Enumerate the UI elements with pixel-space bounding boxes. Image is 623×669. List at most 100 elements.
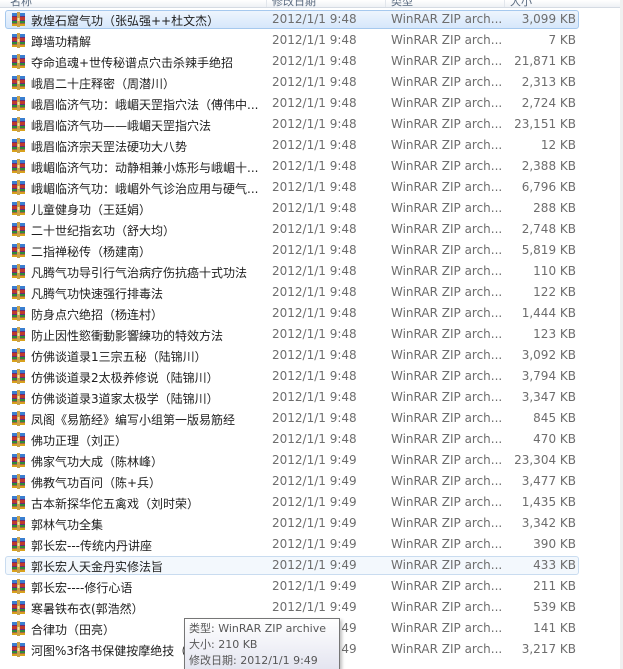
winrar-archive-icon bbox=[11, 33, 28, 48]
file-row[interactable]: 郭长宏人天金丹实修法旨 2012/1/1 9:49 WinRAR ZIP arch.… bbox=[0, 555, 623, 576]
winrar-archive-icon bbox=[11, 390, 28, 405]
file-type: WinRAR ZIP arch... bbox=[391, 432, 501, 446]
winrar-archive-icon bbox=[11, 495, 28, 510]
winrar-archive-icon bbox=[11, 243, 28, 258]
file-row[interactable]: 峨眉临济气功——峨嵋天罡指穴法 2012/1/1 9:48 WinRAR ZIP a… bbox=[0, 114, 623, 135]
winrar-archive-icon bbox=[11, 411, 28, 426]
file-size: 1,444 KB bbox=[521, 306, 576, 320]
file-type: WinRAR ZIP arch... bbox=[391, 369, 501, 383]
file-name: 仿佛谈道录1三宗五秘（陆锦川） bbox=[31, 350, 207, 364]
file-type: WinRAR ZIP arch... bbox=[391, 201, 501, 215]
file-row[interactable]: 仿佛谈道录3道家太极学（陆锦川） 2012/1/1 9:48 WinRAR ZIP … bbox=[0, 387, 623, 408]
file-row[interactable]: 防身点穴绝招（杨连村） 2012/1/1 9:48 WinRAR ZIP arch.… bbox=[0, 303, 623, 324]
column-header: 名称 修改日期 类型 大小 bbox=[0, 0, 623, 8]
file-row[interactable]: 夺命追魂+世传秘谱点穴击杀辣手绝招 2012/1/1 9:48 WinRAR ZIP… bbox=[0, 51, 623, 72]
file-size: 23,151 KB bbox=[514, 117, 576, 131]
file-name: 峨眉临济宗天罡法硬功大八势 bbox=[31, 140, 188, 154]
file-name: 郭长宏----修行心语 bbox=[31, 581, 133, 595]
winrar-archive-icon bbox=[11, 222, 28, 237]
file-type: WinRAR ZIP arch... bbox=[391, 96, 501, 110]
file-name: 儿童健身功（王廷娟） bbox=[31, 203, 152, 217]
file-row[interactable]: 峨眉临济宗天罡法硬功大八势 2012/1/1 9:48 WinRAR ZIP arc… bbox=[0, 135, 623, 156]
file-type: WinRAR ZIP arch... bbox=[391, 558, 501, 572]
file-name: 郭长宏---传统内丹讲座 bbox=[31, 539, 152, 553]
winrar-archive-icon bbox=[11, 348, 28, 363]
column-size[interactable]: 大小 bbox=[510, 0, 532, 7]
file-size: 539 KB bbox=[533, 600, 576, 614]
file-type: WinRAR ZIP arch... bbox=[391, 600, 501, 614]
file-name: 峨眉临济气功——峨嵋天罡指穴法 bbox=[31, 119, 212, 133]
file-row[interactable]: 古本新探华佗五禽戏（刘时荣） 2012/1/1 9:49 WinRAR ZIP ar… bbox=[0, 492, 623, 513]
column-type[interactable]: 类型 bbox=[391, 0, 413, 7]
file-size: 433 KB bbox=[533, 558, 576, 572]
file-row[interactable]: 凡腾气功快速强行排毒法 2012/1/1 9:48 WinRAR ZIP arch.… bbox=[0, 282, 623, 303]
file-name: 郭林气功全集 bbox=[31, 518, 104, 532]
file-name: 凡腾气功导引行气治病疗伤抗癌十式功法 bbox=[31, 266, 248, 280]
file-size: 12 KB bbox=[540, 138, 576, 152]
file-date: 2012/1/1 9:49 bbox=[272, 537, 357, 551]
winrar-archive-icon bbox=[11, 474, 28, 489]
winrar-archive-icon bbox=[11, 600, 28, 615]
file-size: 470 KB bbox=[533, 432, 576, 446]
column-date[interactable]: 修改日期 bbox=[272, 0, 316, 7]
winrar-archive-icon bbox=[11, 642, 28, 657]
file-name: 凤阁《易筋经》编写小组第一版易筋经 bbox=[31, 413, 236, 427]
file-row[interactable]: 防止因性慾衝動影響練功的特效方法 2012/1/1 9:48 WinRAR ZIP … bbox=[0, 324, 623, 345]
file-row[interactable]: 儿童健身功（王廷娟） 2012/1/1 9:48 WinRAR ZIP arch..… bbox=[0, 198, 623, 219]
file-row[interactable]: 敦煌石窟气功（张弘强++杜文杰） 2012/1/1 9:48 WinRAR ZIP … bbox=[0, 9, 623, 30]
winrar-archive-icon bbox=[11, 201, 28, 216]
column-separator[interactable] bbox=[385, 0, 386, 7]
file-row[interactable]: 郭长宏---传统内丹讲座 2012/1/1 9:49 WinRAR ZIP arch… bbox=[0, 534, 623, 555]
file-row[interactable]: 郭林气功全集 2012/1/1 9:49 WinRAR ZIP arch... 3,3… bbox=[0, 513, 623, 534]
file-size: 845 KB bbox=[533, 411, 576, 425]
file-row[interactable]: 寒暑铁布衣(郭浩然） 2012/1/1 9:49 WinRAR ZIP arch..… bbox=[0, 597, 623, 618]
winrar-archive-icon bbox=[11, 138, 28, 153]
file-size: 2,388 KB bbox=[521, 159, 576, 173]
file-type: WinRAR ZIP arch... bbox=[391, 75, 501, 89]
file-name: 仿佛谈道录3道家太极学（陆锦川） bbox=[31, 392, 219, 406]
file-date: 2012/1/1 9:48 bbox=[272, 432, 357, 446]
file-date: 2012/1/1 9:48 bbox=[272, 264, 357, 278]
file-date: 2012/1/1 9:48 bbox=[272, 201, 357, 215]
tooltip-date: 修改日期: 2012/1/1 9:49 bbox=[189, 654, 318, 667]
file-type: WinRAR ZIP arch... bbox=[391, 159, 501, 173]
file-row[interactable]: 凤阁《易筋经》编写小组第一版易筋经 2012/1/1 9:48 WinRAR ZIP… bbox=[0, 408, 623, 429]
file-row[interactable]: 凡腾气功导引行气治病疗伤抗癌十式功法 2012/1/1 9:48 WinRAR ZI… bbox=[0, 261, 623, 282]
file-size: 141 KB bbox=[533, 621, 576, 635]
file-size: 7 KB bbox=[548, 33, 576, 47]
file-type: WinRAR ZIP arch... bbox=[391, 243, 501, 257]
file-row[interactable]: 佛家气功大成（陈林峰） 2012/1/1 9:49 WinRAR ZIP arch.… bbox=[0, 450, 623, 471]
file-type: WinRAR ZIP arch... bbox=[391, 474, 501, 488]
file-row[interactable]: 二十世纪指玄功（舒大均） 2012/1/1 9:48 WinRAR ZIP arch… bbox=[0, 219, 623, 240]
column-name[interactable]: 名称 bbox=[10, 0, 32, 7]
file-name: 敦煌石窟气功（张弘强++杜文杰） bbox=[31, 14, 220, 28]
file-row[interactable]: 峨嵋临济气功：动静相兼小炼形与峨嵋十... 2012/1/1 9:48 WinRAR… bbox=[0, 156, 623, 177]
file-size: 6,796 KB bbox=[521, 180, 576, 194]
file-row[interactable]: 峨嵋临济气功：峨嵋外气诊治应用与硬气... 2012/1/1 9:48 WinRAR… bbox=[0, 177, 623, 198]
file-type: WinRAR ZIP arch... bbox=[391, 537, 501, 551]
file-type: WinRAR ZIP arch... bbox=[391, 621, 501, 635]
file-date: 2012/1/1 9:48 bbox=[272, 411, 357, 425]
file-date: 2012/1/1 9:49 bbox=[272, 600, 357, 614]
file-row[interactable]: 峨眉二十庄释密（周潜川） 2012/1/1 9:48 WinRAR ZIP arch… bbox=[0, 72, 623, 93]
file-row[interactable]: 佛功正理（刘正） 2012/1/1 9:48 WinRAR ZIP arch... 4… bbox=[0, 429, 623, 450]
column-separator[interactable] bbox=[266, 0, 267, 7]
file-row[interactable]: 仿佛谈道录2太极养修说（陆锦川） 2012/1/1 9:48 WinRAR ZIP … bbox=[0, 366, 623, 387]
file-type: WinRAR ZIP arch... bbox=[391, 117, 501, 131]
file-type: WinRAR ZIP arch... bbox=[391, 348, 501, 362]
file-row[interactable]: 蹲墙功精解 2012/1/1 9:48 WinRAR ZIP arch... 7 KB bbox=[0, 30, 623, 51]
file-row[interactable]: 仿佛谈道录1三宗五秘（陆锦川） 2012/1/1 9:48 WinRAR ZIP a… bbox=[0, 345, 623, 366]
file-row[interactable]: 峨眉临济气功：峨嵋天罡指穴法（傅伟中... 2012/1/1 9:48 WinRAR… bbox=[0, 93, 623, 114]
file-row[interactable]: 二指禅秘传（杨建南） 2012/1/1 9:48 WinRAR ZIP arch..… bbox=[0, 240, 623, 261]
winrar-archive-icon bbox=[11, 453, 28, 468]
file-row[interactable]: 佛教气功百问（陈+兵） 2012/1/1 9:49 WinRAR ZIP arch.… bbox=[0, 471, 623, 492]
file-list: 敦煌石窟气功（张弘强++杜文杰） 2012/1/1 9:48 WinRAR ZIP … bbox=[0, 9, 623, 660]
file-size: 3,794 KB bbox=[521, 369, 576, 383]
file-date: 2012/1/1 9:48 bbox=[272, 285, 357, 299]
winrar-archive-icon bbox=[11, 180, 28, 195]
column-separator[interactable] bbox=[504, 0, 505, 7]
file-date: 2012/1/1 9:48 bbox=[272, 117, 357, 131]
file-size: 5,819 KB bbox=[521, 243, 576, 257]
file-size: 3,092 KB bbox=[521, 348, 576, 362]
file-row[interactable]: 郭长宏----修行心语 2012/1/1 9:49 WinRAR ZIP arch.… bbox=[0, 576, 623, 597]
